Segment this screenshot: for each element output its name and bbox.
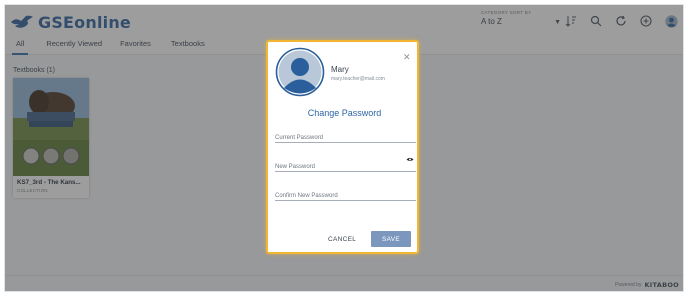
- user-avatar: [275, 47, 325, 97]
- new-password-placeholder: New Password: [275, 164, 316, 170]
- new-password-field[interactable]: New Password: [275, 157, 416, 172]
- current-password-field[interactable]: Current Password: [275, 133, 416, 143]
- user-name: Mary: [331, 65, 349, 74]
- cancel-button[interactable]: CANCEL: [328, 236, 356, 243]
- close-icon[interactable]: ✕: [403, 53, 411, 62]
- current-password-placeholder: Current Password: [275, 135, 324, 141]
- change-password-dialog: ✕ Mary mary.teacher@mail.com Change Pass…: [266, 40, 419, 254]
- user-email: mary.teacher@mail.com: [331, 76, 385, 82]
- show-password-eye-icon[interactable]: [406, 149, 414, 167]
- confirm-password-placeholder: Confirm New Password: [275, 193, 338, 199]
- dialog-title: Change Password: [307, 108, 382, 118]
- confirm-password-field[interactable]: Confirm New Password: [275, 191, 416, 201]
- save-button[interactable]: SAVE: [371, 231, 411, 247]
